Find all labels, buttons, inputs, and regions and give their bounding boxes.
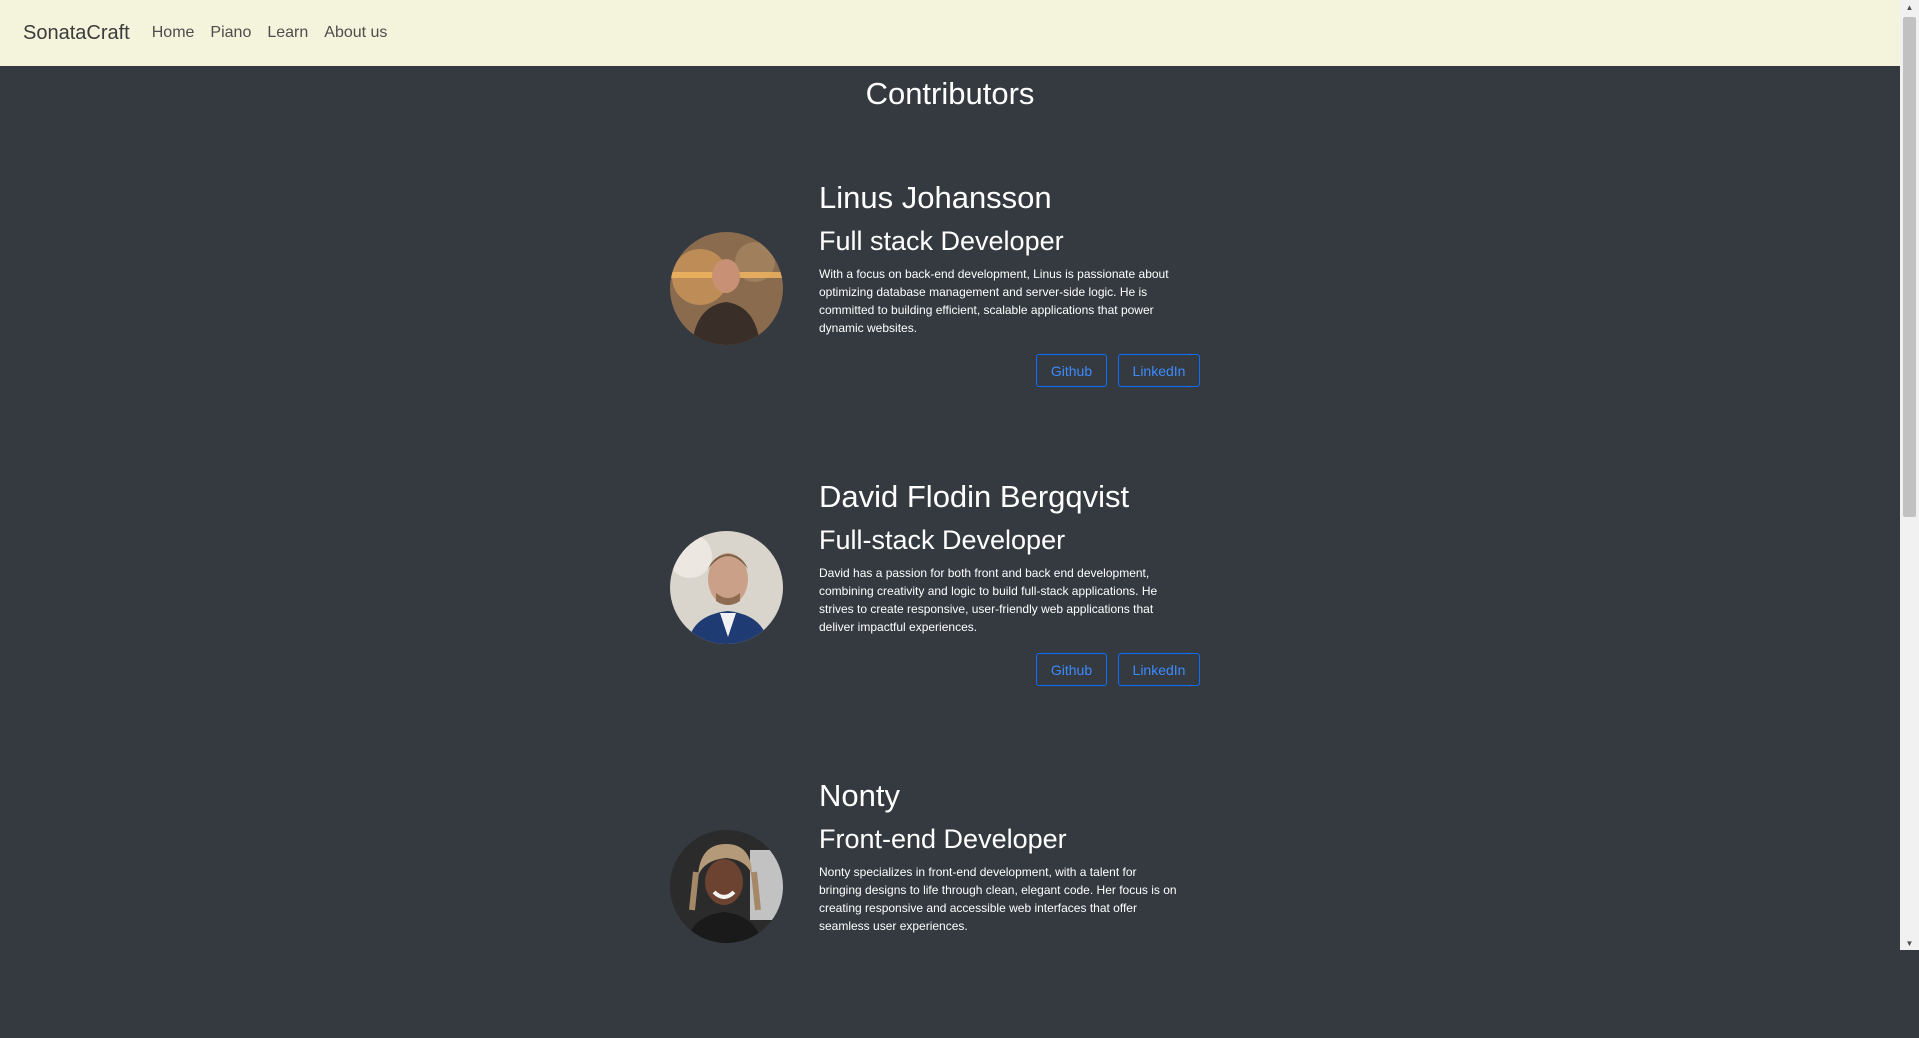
linkedin-button-david[interactable]: LinkedIn	[1118, 653, 1200, 686]
contributor-card-linus: Linus Johansson Full stack Developer Wit…	[0, 180, 1900, 440]
vertical-scrollbar[interactable]: ▲ ▼	[1900, 0, 1919, 950]
linkedin-button-linus[interactable]: LinkedIn	[1118, 354, 1200, 387]
nav-link-piano[interactable]: Piano	[210, 24, 251, 42]
contributor-bio: Nonty specializes in front-end developme…	[819, 865, 1177, 933]
avatar-david	[670, 531, 783, 644]
github-button-linus[interactable]: Github	[1036, 354, 1107, 387]
github-button-david[interactable]: Github	[1036, 653, 1107, 686]
contributor-role: Front-end Developer	[819, 824, 1067, 854]
contributor-role: Full-stack Developer	[819, 525, 1066, 555]
contributor-role: Full stack Developer	[819, 226, 1064, 256]
contributor-name: Linus Johansson	[819, 180, 1052, 215]
contributor-name: Nonty	[819, 778, 900, 813]
contributor-bio: David has a passion for both front and b…	[819, 566, 1158, 634]
scrollbar-thumb[interactable]	[1903, 17, 1916, 517]
scroll-down-arrow-icon[interactable]: ▼	[1900, 936, 1919, 950]
contributor-card-david: David Flodin Bergqvist Full-stack Develo…	[0, 479, 1900, 739]
avatar-nonty	[670, 830, 783, 943]
contributor-card-nonty: Nonty Front-end Developer Nonty speciali…	[0, 778, 1900, 1038]
nav-link-learn[interactable]: Learn	[267, 24, 308, 42]
page-title: Contributors	[865, 76, 1035, 111]
nav-link-about-us[interactable]: About us	[324, 24, 387, 42]
scroll-up-arrow-icon[interactable]: ▲	[1900, 0, 1919, 14]
navbar: SonataCraft Home Piano Learn About us	[0, 0, 1900, 66]
brand-logo[interactable]: SonataCraft	[23, 22, 130, 45]
contributor-bio: With a focus on back-end development, Li…	[819, 267, 1169, 335]
contributor-name: David Flodin Bergqvist	[819, 479, 1130, 514]
nav-links: Home Piano Learn About us	[144, 24, 388, 42]
nav-link-home[interactable]: Home	[152, 24, 195, 42]
avatar-linus	[670, 232, 783, 345]
